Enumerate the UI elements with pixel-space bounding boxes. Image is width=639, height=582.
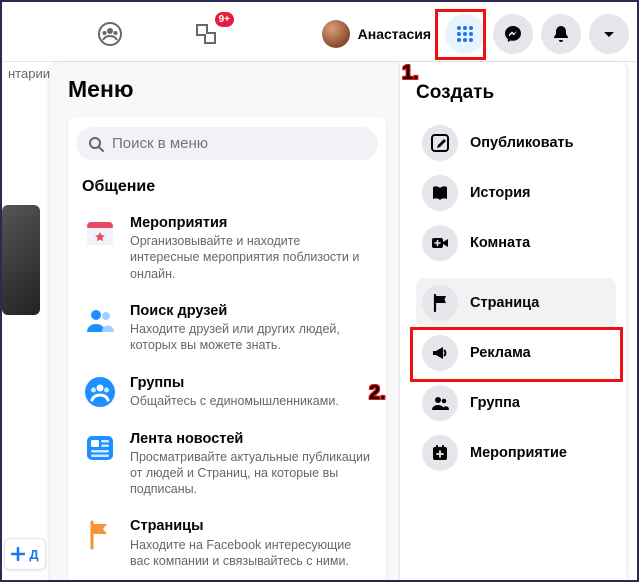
notifications-button[interactable] xyxy=(541,14,581,54)
menu-item-title: Мероприятия xyxy=(130,214,372,232)
groups-nav-icon[interactable] xyxy=(92,16,128,52)
menu-item-news-feed[interactable]: Лента новостей Просматривайте актуальные… xyxy=(76,422,378,510)
menu-title: Меню xyxy=(68,76,386,103)
menu-item-groups[interactable]: Группы Общайтесь с единомышленниками. xyxy=(76,366,378,422)
create-item-event[interactable]: Мероприятие xyxy=(416,428,616,478)
menu-item-events[interactable]: Мероприятия Организовывайте и находите и… xyxy=(76,206,378,294)
menu-item-title: Группы xyxy=(130,374,339,392)
menu-item-pages[interactable]: Страницы Находите на Facebook интересующ… xyxy=(76,509,378,580)
calendar-plus-icon xyxy=(422,435,458,471)
people-icon xyxy=(422,385,458,421)
top-bar: 9+ Анастасия xyxy=(2,6,637,62)
menu-item-desc: Общайтесь с единомышленниками. xyxy=(130,393,339,409)
menu-panel: Меню Общение Мероприятия Организовывайте… xyxy=(50,62,400,580)
calendar-star-icon xyxy=(82,214,118,250)
menu-search[interactable] xyxy=(76,127,378,160)
flag-solid-icon xyxy=(422,285,458,321)
flag-icon xyxy=(82,517,118,553)
gaming-nav-icon[interactable]: 9+ xyxy=(188,16,224,52)
background-sidebar: нтарии Д xyxy=(2,62,50,580)
notification-badge: 9+ xyxy=(215,12,234,27)
create-item-label: Реклама xyxy=(470,345,531,361)
news-feed-icon xyxy=(82,430,118,466)
create-item-group[interactable]: Группа xyxy=(416,378,616,428)
groups-icon xyxy=(82,374,118,410)
menu-item-title: Страницы xyxy=(130,517,372,535)
compose-icon xyxy=(422,125,458,161)
menu-item-desc: Находите друзей или других людей, которы… xyxy=(130,321,372,354)
create-item-story[interactable]: История xyxy=(416,168,616,218)
create-item-page[interactable]: Страница xyxy=(416,278,616,328)
menu-grid-button[interactable] xyxy=(445,14,485,54)
add-button[interactable]: Д xyxy=(4,538,46,570)
messenger-button[interactable] xyxy=(493,14,533,54)
megaphone-icon xyxy=(422,335,458,371)
menu-item-title: Лента новостей xyxy=(130,430,372,448)
user-name[interactable]: Анастасия xyxy=(358,26,431,42)
search-input[interactable] xyxy=(112,135,366,152)
create-panel: Создать Опубликовать История Комната Ст xyxy=(400,62,626,580)
menu-item-find-friends[interactable]: Поиск друзей Находите друзей или других … xyxy=(76,294,378,366)
menu-item-title: Поиск друзей xyxy=(130,302,372,320)
create-item-room[interactable]: Комната xyxy=(416,218,616,268)
story-thumbnail[interactable] xyxy=(2,205,40,315)
partial-text: нтарии xyxy=(2,62,50,85)
section-label: Общение xyxy=(76,174,378,206)
video-plus-icon xyxy=(422,225,458,261)
add-label: Д xyxy=(29,547,38,562)
create-item-label: История xyxy=(470,185,531,201)
book-icon xyxy=(422,175,458,211)
menu-item-desc: Организовывайте и находите интересные ме… xyxy=(130,233,372,282)
search-icon xyxy=(88,136,104,152)
create-item-post[interactable]: Опубликовать xyxy=(416,118,616,168)
friends-icon xyxy=(82,302,118,338)
create-item-ad[interactable]: Реклама xyxy=(416,328,616,378)
avatar[interactable] xyxy=(322,20,350,48)
menu-item-desc: Находите на Facebook интересующие вас ко… xyxy=(130,537,372,570)
account-dropdown-button[interactable] xyxy=(589,14,629,54)
create-item-label: Группа xyxy=(470,395,520,411)
create-item-label: Мероприятие xyxy=(470,445,567,461)
create-item-label: Страница xyxy=(470,295,539,311)
create-item-label: Опубликовать xyxy=(470,135,574,151)
create-item-label: Комната xyxy=(470,235,530,251)
menu-item-desc: Просматривайте актуальные публикации от … xyxy=(130,449,372,498)
create-title: Создать xyxy=(416,82,616,104)
